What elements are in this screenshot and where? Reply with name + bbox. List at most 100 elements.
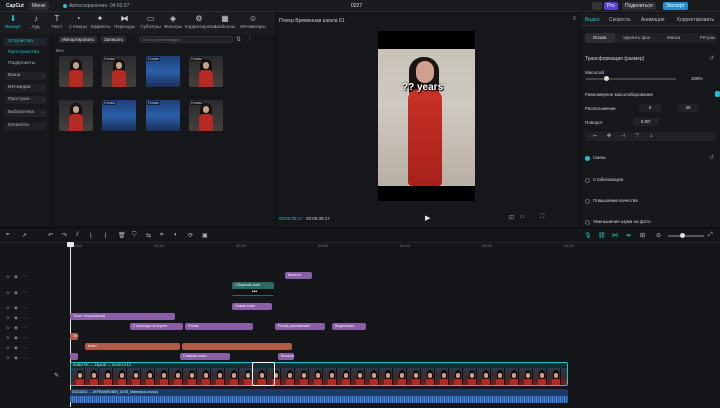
cover-edit-icon[interactable]: ✎ <box>54 372 59 379</box>
rotate-icon[interactable]: ⟳ <box>188 232 193 239</box>
mirror-icon[interactable]: ◐ <box>174 232 178 238</box>
align-top-icon[interactable]: ⊤ <box>635 133 639 139</box>
menu-icon[interactable]: ≡ <box>572 16 576 22</box>
export-button[interactable]: Экспорт <box>663 2 688 10</box>
ratio-label-icon[interactable]: ▭ <box>520 214 525 220</box>
sidebar-item-subprojects[interactable]: Подпроекты <box>4 60 47 68</box>
tool-subtitles[interactable]: ▭ Субтитры <box>139 14 162 33</box>
subtab-mask[interactable]: Маска <box>667 35 680 40</box>
audio-mute-icon[interactable]: ⋯ <box>22 355 27 361</box>
lock-icon[interactable]: ⊙ <box>6 290 10 296</box>
zoom-slider-thumb[interactable] <box>680 233 685 238</box>
text-clip[interactable]: 2 эпизода на сцене <box>130 323 183 330</box>
eye-icon[interactable]: ◉ <box>14 325 18 331</box>
subtab-basic[interactable]: Основ. <box>585 33 615 43</box>
record-button[interactable]: Записать <box>101 36 127 43</box>
filter-icon[interactable]: ⫶ <box>249 36 251 43</box>
align-center-icon[interactable]: ✤ <box>607 133 611 139</box>
media-thumbnail[interactable]: Готово <box>102 100 136 131</box>
subtab-retouch[interactable]: Ретушь <box>700 35 715 40</box>
lock-icon[interactable]: ⊙ <box>6 315 10 321</box>
align-right-icon[interactable]: ⊣ <box>621 133 625 139</box>
audio-mute-icon[interactable]: ⋯ <box>22 305 27 311</box>
expand-icon[interactable]: ⛶ <box>540 214 544 221</box>
sidebar-item-dreamina[interactable]: Dreamina <box>4 122 47 130</box>
text-clip[interactable]: Видеоклип <box>332 323 366 330</box>
denoise-checkbox[interactable] <box>585 220 590 225</box>
playhead-handle[interactable] <box>67 242 74 247</box>
tool-templates[interactable]: ▦ Шаблоны <box>215 14 235 33</box>
split-icon[interactable]: ⫽ <box>76 232 79 239</box>
tool-transitions[interactable]: ⧓ Переходы <box>113 14 136 33</box>
compound-clip[interactable]: Сборный клип ••• <box>232 282 274 296</box>
text-clip[interactable]: Главная клип <box>180 353 230 360</box>
import-button[interactable]: Импортировать <box>59 36 98 43</box>
crop-icon[interactable]: ⌗ <box>160 232 163 239</box>
mic-icon[interactable]: 🎙 <box>584 232 592 239</box>
pro-badge[interactable]: Pro <box>604 2 618 10</box>
audio-track[interactable]: DUDUDU ... JEFRANROBIN_AXIS_Maine(not-mu… <box>70 389 568 403</box>
uniform-scale-toggle[interactable] <box>715 91 720 97</box>
eye-icon[interactable]: ◉ <box>14 335 18 341</box>
redo-icon[interactable]: ↷ <box>62 232 67 239</box>
undo-icon[interactable]: ↶ <box>48 232 53 239</box>
timeline-ruler[interactable]: 00:00 00:10 00:20 00:30 00:40 00:50 01:00 <box>0 243 720 251</box>
sidebar-item-device[interactable]: Устройство <box>4 38 47 46</box>
audio-mute-icon[interactable]: ⋯ <box>22 325 27 331</box>
position-x-input[interactable]: 0 <box>639 104 661 112</box>
tab-speed[interactable]: Скорость <box>609 17 631 23</box>
sidebar-item-library[interactable]: Библиотека › <box>4 109 47 117</box>
flip-icon[interactable]: ⇆ <box>146 232 151 239</box>
text-clip[interactable]: Текст <box>70 333 78 340</box>
lock-icon[interactable]: ⊙ <box>6 274 10 280</box>
tool-adjust[interactable]: ⚙ Корректировка <box>185 14 216 33</box>
lock-icon[interactable]: ⊙ <box>6 335 10 341</box>
media-thumbnail[interactable]: Готово <box>189 100 223 131</box>
media-search-input[interactable] <box>139 36 233 43</box>
audio-mute-icon[interactable]: ⋯ <box>22 315 27 321</box>
tool-stickers[interactable]: ◔ Стикеры <box>68 14 88 33</box>
media-thumbnail[interactable]: Готово <box>146 56 180 87</box>
sort-icon[interactable]: ⇅ <box>236 36 241 43</box>
media-thumbnail[interactable]: Готово <box>102 56 136 87</box>
eye-icon[interactable]: ◉ <box>14 355 18 361</box>
tab-adjust[interactable]: Корректировать <box>677 17 714 23</box>
tool-effects[interactable]: ✦ Эффекты <box>90 14 110 33</box>
tool-import[interactable]: ⬇ Импорт <box>3 14 23 33</box>
sidebar-item-space[interactable]: Пространство <box>4 49 47 57</box>
shield-icon[interactable]: ⛉ <box>132 232 137 239</box>
rotate-input[interactable]: 0.00° <box>633 118 659 126</box>
text-clip[interactable]: Клип <box>85 343 180 350</box>
eye-icon[interactable]: ◉ <box>14 305 18 311</box>
sidebar-item-ai-media[interactable]: ИИ-медиа › <box>4 84 47 92</box>
magnet-icon[interactable]: ⋈ <box>612 232 618 239</box>
media-thumbnail[interactable] <box>59 56 93 87</box>
fullscreen-ratio-icon[interactable]: ⊡ <box>509 214 514 221</box>
tool-text[interactable]: T Текст <box>47 14 67 33</box>
audio-mute-icon[interactable]: ⋯ <box>22 335 27 341</box>
blend-checkbox[interactable] <box>585 156 590 161</box>
stabilize-checkbox[interactable] <box>585 178 590 183</box>
project-title[interactable]: 0227 <box>348 2 365 10</box>
menu-button[interactable]: Меню <box>29 2 49 10</box>
scale-slider-thumb[interactable] <box>604 76 609 81</box>
tool-ai-avatars[interactable]: ☺ ИИ-аватары <box>240 14 266 33</box>
tool-audio[interactable]: ♪ Ауд. <box>26 14 46 33</box>
tab-video[interactable]: Видео <box>585 17 600 23</box>
link-icon[interactable]: ⛓ <box>598 232 606 239</box>
text-clip[interactable] <box>70 353 78 360</box>
media-thumbnail[interactable]: Готово <box>189 56 223 87</box>
zoom-slider[interactable] <box>668 233 704 238</box>
text-clip[interactable]: Ролик-рекламный <box>275 323 325 330</box>
cursor-icon[interactable]: ➚ <box>22 232 27 239</box>
scale-value[interactable]: 100% <box>691 76 703 81</box>
text-clip[interactable]: Текст популярный <box>70 313 175 320</box>
text-clip[interactable]: Ролик <box>185 323 253 330</box>
play-icon[interactable]: ▶ <box>425 214 430 222</box>
reset-icon[interactable]: ↺ <box>709 154 714 161</box>
align-middle-icon[interactable]: ⊥ <box>649 133 653 139</box>
lock-icon[interactable]: ⊙ <box>6 345 10 351</box>
lock-icon[interactable]: ⊙ <box>6 325 10 331</box>
media-thumbnail[interactable] <box>59 100 93 131</box>
reset-icon[interactable]: ↺ <box>709 55 714 62</box>
